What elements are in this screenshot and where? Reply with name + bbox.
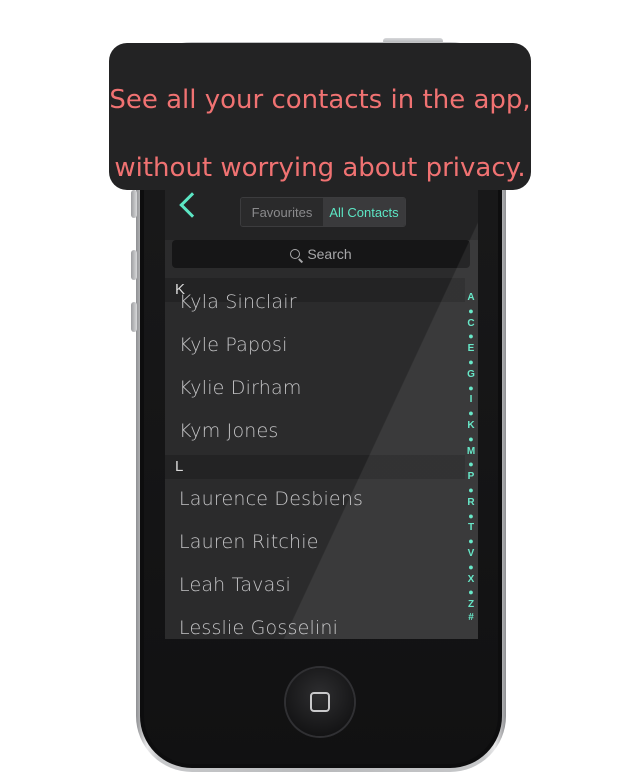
contact-row[interactable]: Kym Jones — [179, 420, 279, 442]
home-button[interactable] — [286, 668, 354, 736]
tab-all-contacts[interactable]: All Contacts — [323, 198, 405, 226]
mute-switch — [131, 190, 137, 218]
index-letter[interactable]: ● — [468, 330, 473, 343]
index-letter[interactable]: Z — [468, 599, 474, 612]
index-letter[interactable]: G — [467, 369, 475, 382]
index-letter[interactable]: ● — [468, 510, 473, 523]
index-letter[interactable]: C — [467, 318, 474, 331]
tooltip-line-2: without worrying about privacy. — [114, 152, 526, 183]
tooltip-line-1: See all your contacts in the app, — [109, 84, 531, 115]
index-letter[interactable]: T — [468, 522, 474, 535]
index-letter[interactable]: M — [467, 446, 475, 459]
index-letter[interactable]: X — [468, 574, 475, 587]
search-label: Search — [307, 246, 352, 262]
index-letter[interactable]: E — [468, 343, 475, 356]
search-bar[interactable]: Search — [172, 240, 470, 268]
index-letter[interactable]: A — [467, 292, 474, 305]
index-letter[interactable]: ● — [468, 535, 473, 548]
contact-row[interactable]: Laurence Desbiens — [179, 488, 363, 510]
tab-favourites[interactable]: Favourites — [241, 198, 323, 226]
contacts-segmented-control: Favourites All Contacts — [240, 197, 406, 227]
index-letter[interactable]: ● — [468, 561, 473, 574]
home-square-icon — [310, 692, 330, 712]
index-letter[interactable]: I — [470, 394, 473, 407]
index-letter[interactable]: ● — [468, 305, 473, 318]
index-letter[interactable]: ● — [468, 407, 473, 420]
contact-row[interactable]: Kyla Sinclair — [179, 291, 297, 313]
search-icon — [290, 248, 301, 260]
onboarding-tooltip: See all your contacts in the app, withou… — [109, 43, 531, 190]
contact-row[interactable]: Lauren Ritchie — [179, 531, 319, 553]
index-letter[interactable]: ● — [468, 382, 473, 395]
chevron-left-icon[interactable] — [179, 192, 205, 218]
contact-row[interactable]: Kyle Paposi — [179, 334, 288, 356]
index-letter[interactable]: ● — [468, 586, 473, 599]
index-letter[interactable]: ● — [468, 356, 473, 369]
app-screen: Favourites All Contacts Search K Kyla Si… — [165, 150, 478, 639]
contact-row[interactable]: Lesslie Gosselini — [179, 617, 338, 639]
index-letter[interactable]: # — [468, 612, 474, 625]
index-letter[interactable]: ● — [468, 458, 473, 471]
index-letter[interactable]: P — [468, 471, 475, 484]
contact-row[interactable]: Leah Tavasi — [179, 574, 291, 596]
index-letter[interactable]: R — [467, 497, 474, 510]
contact-row[interactable]: Kylie Dirham — [179, 377, 302, 399]
volume-down-button — [131, 302, 137, 332]
index-letter[interactable]: V — [468, 548, 475, 561]
volume-up-button — [131, 250, 137, 280]
section-header-l: L — [165, 455, 465, 479]
alphabet-index[interactable]: A ● C ● E ● G ● I ● K ● M ● P ● R ● T ● V ● X ● Z # — [465, 292, 477, 625]
index-letter[interactable]: K — [467, 420, 474, 433]
index-letter[interactable]: ● — [468, 433, 473, 446]
index-letter[interactable]: ● — [468, 484, 473, 497]
